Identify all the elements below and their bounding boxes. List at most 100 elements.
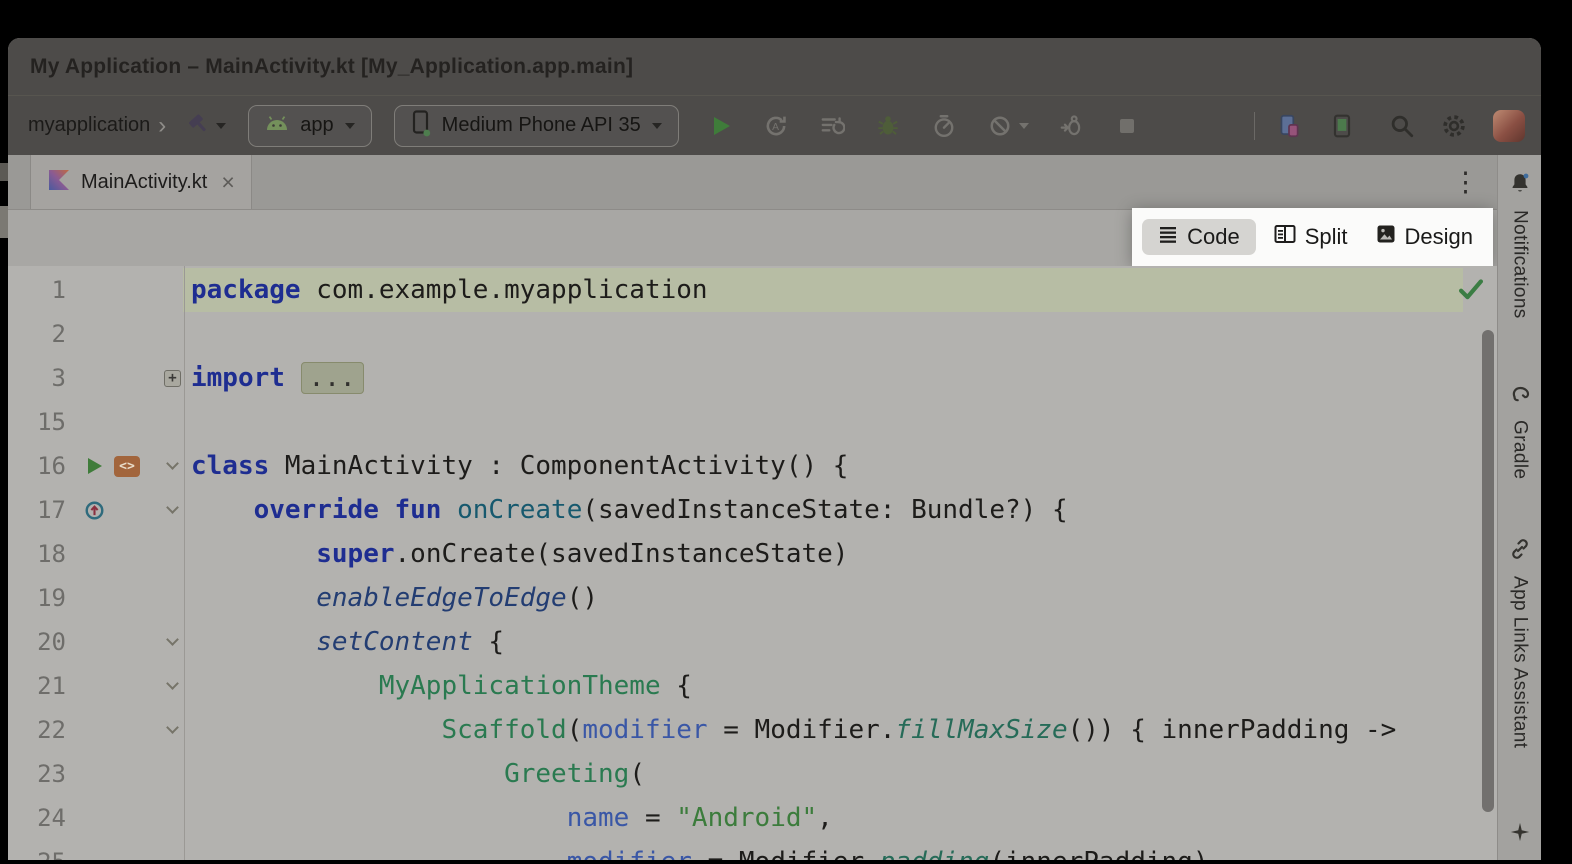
left-stripe-notch bbox=[0, 206, 8, 238]
fold-column bbox=[162, 640, 183, 644]
running-devices-button[interactable] bbox=[1329, 113, 1355, 139]
line-number: 3 bbox=[8, 364, 66, 392]
code-text[interactable]: class MainActivity : ComponentActivity()… bbox=[183, 444, 1463, 488]
bell-icon bbox=[1508, 171, 1532, 200]
line-number: 19 bbox=[8, 584, 66, 612]
code-line: 1 package com.example.myapplication bbox=[8, 268, 1497, 312]
fold-column bbox=[162, 728, 183, 732]
code-editor[interactable]: 1 package com.example.myapplication 2 3 +imp… bbox=[8, 266, 1497, 860]
code-line: 25 modifier = Modifier.padding(innerPadd… bbox=[8, 840, 1497, 860]
gemini-sparkle-icon[interactable] bbox=[1509, 821, 1531, 848]
code-line: 20 setContent { bbox=[8, 620, 1497, 664]
close-icon[interactable]: × bbox=[221, 171, 234, 194]
settings-gear-button[interactable] bbox=[1441, 113, 1467, 139]
line-number: 25 bbox=[8, 848, 66, 860]
code-text[interactable]: import ... bbox=[183, 356, 1463, 400]
editor-tabbar: MainActivity.kt × ⋮ bbox=[8, 155, 1497, 210]
content-area: MainActivity.kt × ⋮ Code Split bbox=[8, 155, 1541, 860]
debug-button[interactable] bbox=[875, 113, 901, 139]
tab-label: MainActivity.kt bbox=[81, 171, 207, 194]
run-config-selector[interactable]: app bbox=[248, 105, 371, 147]
code-line: 15 bbox=[8, 400, 1497, 444]
device-selector[interactable]: Medium Phone API 35 bbox=[394, 105, 679, 147]
code-text[interactable]: Scaffold(modifier = Modifier.fillMaxSize… bbox=[183, 708, 1463, 752]
line-number: 22 bbox=[8, 716, 66, 744]
toolbar-separator bbox=[1254, 112, 1255, 140]
line-number: 1 bbox=[8, 276, 66, 304]
code-line: 22 Scaffold(modifier = Modifier.fillMaxS… bbox=[8, 708, 1497, 752]
stripe-notifications[interactable]: Notifications bbox=[1498, 171, 1541, 319]
code-line: 2 bbox=[8, 312, 1497, 356]
code-text[interactable]: override fun onCreate(savedInstanceState… bbox=[183, 488, 1463, 532]
fold-collapse-icon[interactable] bbox=[166, 677, 179, 690]
hammer-icon bbox=[184, 111, 210, 140]
override-gutter-icon[interactable] bbox=[84, 500, 105, 521]
code-text[interactable]: super.onCreate(savedInstanceState) bbox=[183, 532, 1463, 576]
code-text[interactable] bbox=[183, 312, 1463, 356]
coverage-dropdown-button[interactable] bbox=[987, 113, 1029, 139]
line-number: 18 bbox=[8, 540, 66, 568]
code-rows: 1 package com.example.myapplication 2 3 +imp… bbox=[8, 268, 1497, 860]
apply-code-changes-button[interactable] bbox=[819, 113, 845, 139]
run-config-label: app bbox=[300, 114, 333, 137]
build-hammer-button[interactable] bbox=[184, 111, 226, 140]
fold-collapse-icon[interactable] bbox=[166, 633, 179, 646]
code-text[interactable]: enableEdgeToEdge() bbox=[183, 576, 1463, 620]
svg-text:A: A bbox=[772, 121, 779, 132]
mode-design-button[interactable]: Design bbox=[1366, 219, 1483, 255]
project-selector[interactable]: myapplication bbox=[28, 114, 150, 137]
mode-label: Code bbox=[1187, 224, 1240, 250]
stripe-app-links-assistant[interactable]: App Links Assistant bbox=[1498, 537, 1541, 748]
mode-split-button[interactable]: Split bbox=[1264, 219, 1358, 255]
search-button[interactable] bbox=[1389, 113, 1415, 139]
editor-mode-toggle: Code Split Design bbox=[1132, 208, 1493, 266]
stripe-gradle[interactable]: Gradle bbox=[1498, 381, 1541, 479]
fold-column bbox=[162, 684, 183, 688]
code-text[interactable]: setContent { bbox=[183, 620, 1463, 664]
device-manager-button[interactable] bbox=[1275, 113, 1303, 139]
code-text[interactable] bbox=[183, 400, 1463, 444]
profile-button[interactable] bbox=[931, 113, 957, 139]
class-gutter-icon[interactable]: <> bbox=[114, 456, 140, 477]
run-button[interactable] bbox=[709, 114, 733, 138]
avatar[interactable] bbox=[1493, 110, 1525, 142]
fold-expand-icon[interactable]: + bbox=[164, 370, 181, 387]
line-number: 21 bbox=[8, 672, 66, 700]
line-number: 24 bbox=[8, 804, 66, 832]
tab-mainactivity[interactable]: MainActivity.kt × bbox=[30, 155, 252, 209]
line-number: 20 bbox=[8, 628, 66, 656]
gradle-elephant-icon bbox=[1508, 381, 1532, 410]
code-line: 24 name = "Android", bbox=[8, 796, 1497, 840]
code-text[interactable]: MyApplicationTheme { bbox=[183, 664, 1463, 708]
attach-debugger-button[interactable] bbox=[1059, 113, 1085, 139]
code-line: 19 enableEdgeToEdge() bbox=[8, 576, 1497, 620]
mode-code-button[interactable]: Code bbox=[1142, 219, 1256, 255]
code-text[interactable]: Greeting( bbox=[183, 752, 1463, 796]
fold-collapse-icon[interactable] bbox=[166, 721, 179, 734]
code-text[interactable]: modifier = Modifier.padding(innerPadding… bbox=[183, 840, 1463, 860]
run-gutter-icon[interactable] bbox=[84, 456, 104, 476]
chevron-down-icon bbox=[652, 123, 662, 129]
line-number: 2 bbox=[8, 320, 66, 348]
scrollbar-thumb[interactable] bbox=[1482, 330, 1494, 812]
link-icon bbox=[1508, 537, 1532, 566]
apply-changes-button[interactable]: A bbox=[763, 113, 789, 139]
inspections-ok-icon[interactable] bbox=[1457, 276, 1485, 307]
stop-button[interactable] bbox=[1115, 114, 1139, 138]
folded-region[interactable]: ... bbox=[301, 362, 364, 394]
more-options-icon[interactable]: ⋮ bbox=[1452, 169, 1479, 196]
kotlin-file-icon bbox=[47, 168, 71, 197]
fold-column bbox=[162, 508, 183, 512]
fold-collapse-icon[interactable] bbox=[166, 501, 179, 514]
code-text[interactable]: name = "Android", bbox=[183, 796, 1463, 840]
code-line: 3 +import ... bbox=[8, 356, 1497, 400]
code-line: 21 MyApplicationTheme { bbox=[8, 664, 1497, 708]
line-number: 15 bbox=[8, 408, 66, 436]
code-text[interactable]: package com.example.myapplication bbox=[183, 268, 1463, 312]
code-line: 17 override fun onCreate(savedInstanceSt… bbox=[8, 488, 1497, 532]
chevron-down-icon bbox=[1019, 123, 1029, 129]
fold-collapse-icon[interactable] bbox=[166, 457, 179, 470]
mode-label: Design bbox=[1405, 224, 1473, 250]
breadcrumb-chevron-icon: › bbox=[158, 114, 166, 138]
chevron-down-icon bbox=[216, 123, 226, 129]
